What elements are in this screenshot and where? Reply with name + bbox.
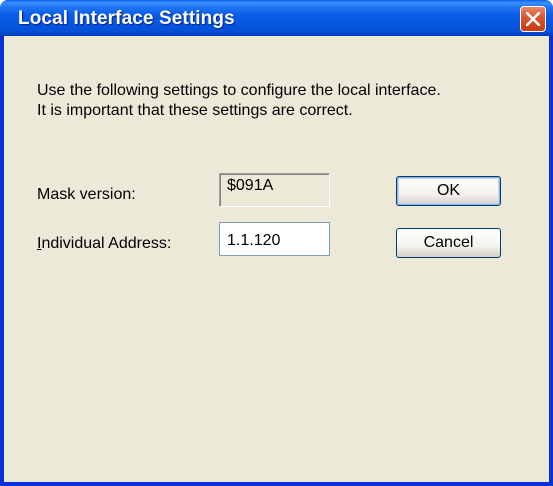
cancel-button[interactable]: Cancel <box>396 228 501 258</box>
dialog-title: Local Interface Settings <box>18 8 235 29</box>
close-button[interactable] <box>520 6 546 32</box>
description-line-2: It is important that these settings are … <box>37 102 353 119</box>
title-bar[interactable]: Local Interface Settings <box>0 0 553 36</box>
mask-version-field: $091A <box>219 173 330 207</box>
individual-address-label: Individual Address: <box>37 235 171 253</box>
description-line-1: Use the following settings to configure … <box>37 82 441 99</box>
ok-button[interactable]: OK <box>396 176 501 206</box>
mask-version-label: Mask version: <box>37 186 136 203</box>
individual-address-label-text: ndividual Address: <box>41 235 172 252</box>
individual-address-input[interactable] <box>219 222 330 256</box>
close-x-icon <box>526 12 540 26</box>
local-interface-settings-dialog: Local Interface Settings Use the followi… <box>0 0 553 486</box>
